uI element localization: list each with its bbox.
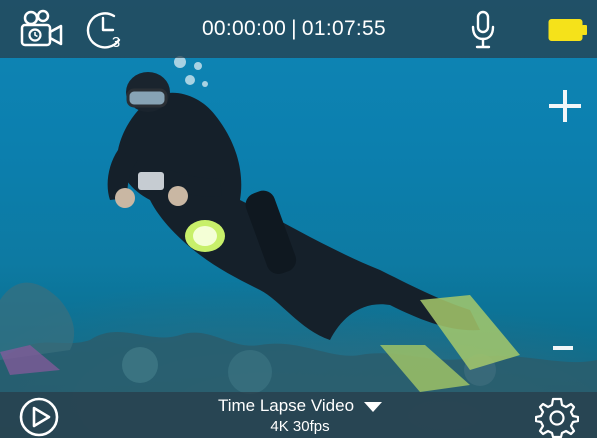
timelapse-interval-icon[interactable]: 3 bbox=[83, 8, 127, 52]
elapsed-time: 00:00:00 bbox=[201, 17, 287, 40]
play-circle-icon bbox=[19, 397, 59, 437]
capture-mode-label: Time Lapse Video bbox=[217, 396, 355, 415]
battery-icon bbox=[548, 18, 588, 42]
gear-icon bbox=[534, 397, 580, 438]
remaining-time: 01:07:55 bbox=[301, 17, 387, 40]
capture-mode-selector[interactable]: Time Lapse Video bbox=[200, 396, 400, 416]
resolution-label: 4K 30fps bbox=[270, 418, 330, 435]
viewfinder-image bbox=[0, 56, 597, 438]
status-bar: 3 00:00:00 | 01:07:55 bbox=[0, 0, 597, 58]
minus-icon bbox=[553, 346, 573, 350]
zoom-in-button[interactable] bbox=[549, 90, 581, 122]
chevron-down-icon bbox=[364, 401, 383, 412]
recording-timer: 00:00:00 | 01:07:55 bbox=[194, 14, 394, 44]
zoom-out-button[interactable] bbox=[553, 340, 573, 350]
camera-viewfinder: 3 00:00:00 | 01:07:55 Time Lapse Video 4… bbox=[0, 0, 597, 438]
microphone-icon[interactable] bbox=[470, 10, 496, 50]
timer-separator: | bbox=[291, 17, 297, 40]
plus-icon bbox=[549, 90, 581, 122]
video-camera-icon[interactable] bbox=[18, 8, 64, 50]
timelapse-interval-value: 3 bbox=[112, 34, 120, 51]
playback-button[interactable] bbox=[18, 396, 60, 438]
settings-button[interactable] bbox=[534, 396, 580, 438]
